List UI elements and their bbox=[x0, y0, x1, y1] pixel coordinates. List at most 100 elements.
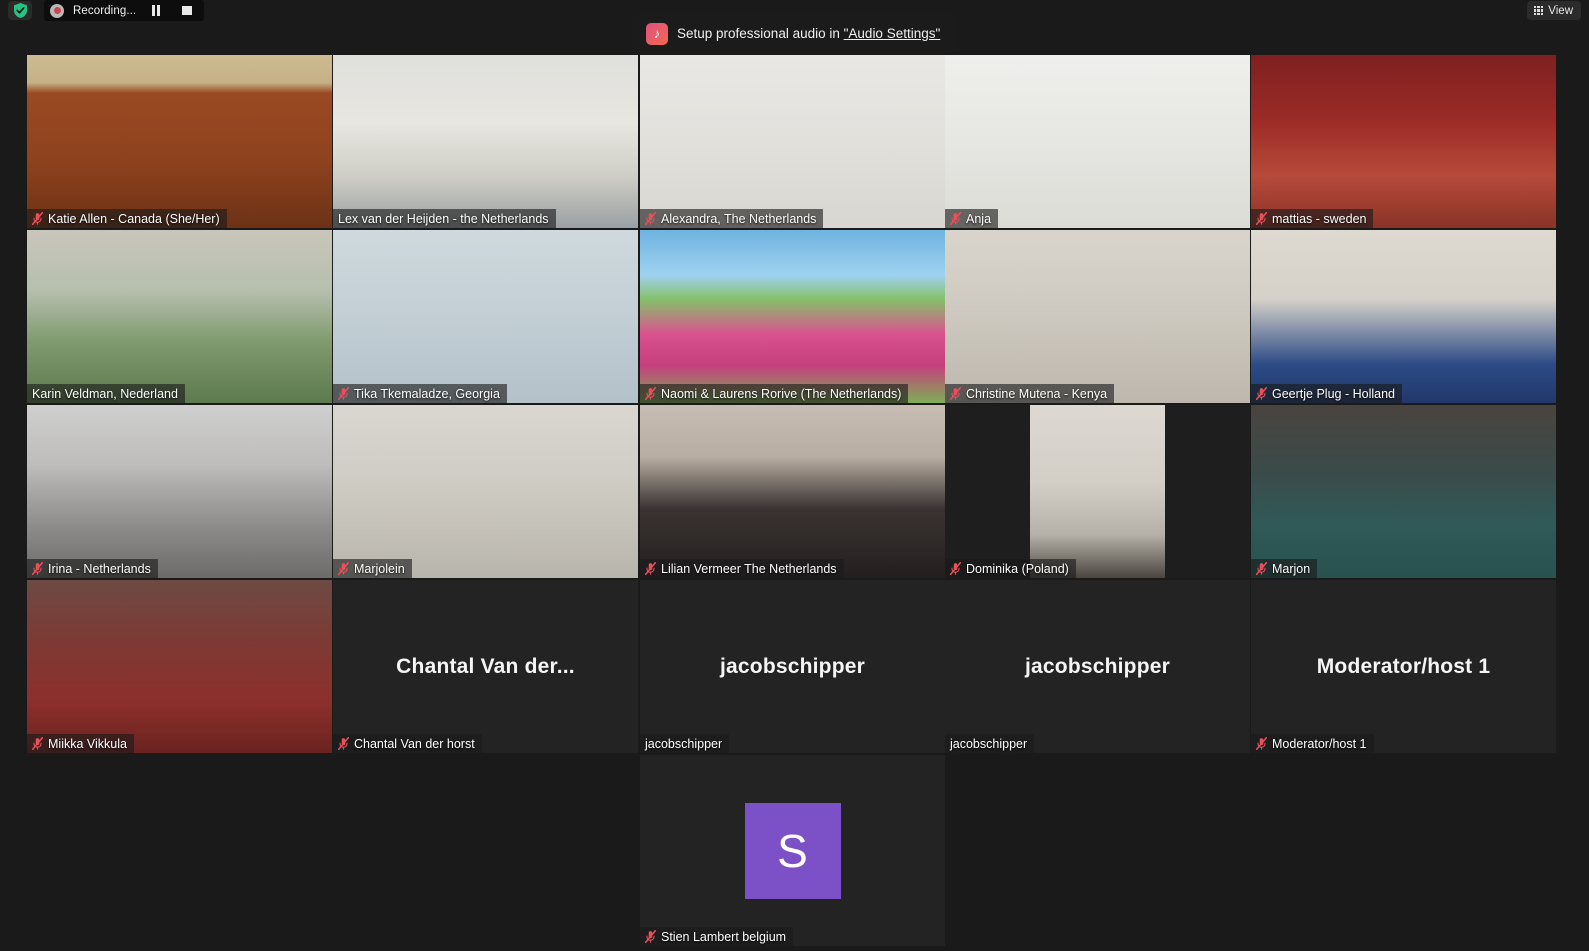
participant-display-name: jacobschipper bbox=[720, 654, 865, 678]
participant-video bbox=[333, 230, 638, 403]
participant-video bbox=[333, 55, 638, 228]
participant-tile[interactable]: Marjon bbox=[1251, 405, 1556, 578]
participant-name-text: Marjolein bbox=[354, 561, 405, 576]
participant-video bbox=[1251, 405, 1556, 578]
participant-tile[interactable]: Geertje Plug - Holland bbox=[1251, 230, 1556, 403]
microphone-muted-icon bbox=[338, 737, 349, 750]
participant-name-label: Tika Tkemaladze, Georgia bbox=[333, 384, 507, 403]
participant-tile[interactable]: Anja bbox=[945, 55, 1250, 228]
participant-tile[interactable]: Lex van der Heijden - the Netherlands bbox=[333, 55, 638, 228]
participant-name-label: Lex van der Heijden - the Netherlands bbox=[333, 209, 556, 228]
microphone-muted-icon bbox=[645, 212, 656, 225]
microphone-muted-icon bbox=[645, 562, 656, 575]
pause-recording-button[interactable] bbox=[145, 0, 167, 21]
microphone-muted-icon bbox=[950, 562, 961, 575]
microphone-muted-icon bbox=[1256, 737, 1267, 750]
view-button[interactable]: View bbox=[1526, 1, 1581, 20]
participant-name-label: Marjon bbox=[1251, 559, 1318, 578]
participant-tile[interactable]: Naomi & Laurens Rorive (The Netherlands) bbox=[640, 230, 945, 403]
music-note-icon: ♪ bbox=[646, 22, 668, 45]
participant-tile[interactable]: Karin Veldman, Nederland bbox=[27, 230, 332, 403]
participant-name-label: Miikka Vikkula bbox=[27, 734, 134, 753]
participant-name-text: Moderator/host 1 bbox=[1272, 736, 1367, 751]
participant-name-text: Miikka Vikkula bbox=[48, 736, 127, 751]
participant-name-label: Geertje Plug - Holland bbox=[1251, 384, 1402, 403]
participant-name-label: Anja bbox=[945, 209, 999, 228]
participant-name-label: Chantal Van der horst bbox=[333, 734, 482, 753]
participant-name-label: jacobschipper bbox=[945, 734, 1035, 753]
microphone-muted-icon bbox=[950, 212, 961, 225]
participant-name-label: Lilian Vermeer The Netherlands bbox=[640, 559, 844, 578]
participant-video bbox=[640, 55, 945, 228]
microphone-muted-icon bbox=[645, 930, 656, 943]
microphone-muted-icon bbox=[1256, 387, 1267, 400]
microphone-muted-icon bbox=[338, 387, 349, 400]
avatar-initial: S bbox=[777, 824, 808, 877]
participant-video bbox=[27, 405, 332, 578]
participant-tile[interactable]: jacobschipper jacobschipper bbox=[945, 580, 1250, 753]
microphone-muted-icon bbox=[32, 562, 43, 575]
participant-display-name: Chantal Van der... bbox=[396, 654, 575, 678]
participant-tile[interactable]: Christine Mutena - Kenya bbox=[945, 230, 1250, 403]
participant-name-label: Marjolein bbox=[333, 559, 412, 578]
participant-video bbox=[27, 580, 332, 753]
participant-name-label: Stien Lambert belgium bbox=[640, 927, 794, 946]
stop-recording-button[interactable] bbox=[176, 0, 198, 21]
participant-name-text: Karin Veldman, Nederland bbox=[32, 386, 178, 401]
participant-name-text: Naomi & Laurens Rorive (The Netherlands) bbox=[661, 386, 902, 401]
participant-display-name: Moderator/host 1 bbox=[1316, 654, 1491, 678]
participant-tile[interactable]: Katie Allen - Canada (She/Her) bbox=[27, 55, 332, 228]
participant-video bbox=[640, 230, 945, 403]
microphone-muted-icon bbox=[950, 387, 961, 400]
participant-name-text: Christine Mutena - Kenya bbox=[966, 386, 1108, 401]
participant-name-label: Alexandra, The Netherlands bbox=[640, 209, 824, 228]
audio-banner-text: Setup professional audio in "Audio Setti… bbox=[677, 26, 940, 41]
microphone-muted-icon bbox=[32, 737, 43, 750]
view-label: View bbox=[1548, 4, 1573, 17]
participant-name-text: Katie Allen - Canada (She/Her) bbox=[48, 211, 220, 226]
audio-settings-link[interactable]: "Audio Settings" bbox=[844, 26, 941, 41]
participant-name-text: mattias - sweden bbox=[1272, 211, 1367, 226]
participant-name-text: Stien Lambert belgium bbox=[661, 929, 787, 944]
video-gallery: Katie Allen - Canada (She/Her) Lex van de… bbox=[0, 21, 1589, 951]
participant-name-text: Alexandra, The Netherlands bbox=[661, 211, 817, 226]
participant-name-text: Geertje Plug - Holland bbox=[1272, 386, 1395, 401]
audio-settings-banner[interactable]: ♪ Setup professional audio in "Audio Set… bbox=[632, 14, 959, 53]
shield-check-icon[interactable] bbox=[8, 1, 32, 20]
recording-indicator: Recording... bbox=[44, 0, 205, 21]
participant-tile[interactable]: Marjolein bbox=[333, 405, 638, 578]
participant-video bbox=[333, 405, 638, 578]
participant-tile[interactable]: Alexandra, The Netherlands bbox=[640, 55, 945, 228]
participant-video bbox=[1030, 405, 1165, 578]
microphone-muted-icon bbox=[338, 562, 349, 575]
participant-name-text: Lilian Vermeer The Netherlands bbox=[661, 561, 837, 576]
participant-tile[interactable]: Irina - Netherlands bbox=[27, 405, 332, 578]
participant-name-label: Moderator/host 1 bbox=[1251, 734, 1374, 753]
participant-tile[interactable]: Chantal Van der... Chantal Van der horst bbox=[333, 580, 638, 753]
participant-tile[interactable]: Moderator/host 1 Moderator/host 1 bbox=[1251, 580, 1556, 753]
participant-name-label: Katie Allen - Canada (She/Her) bbox=[27, 209, 227, 228]
participant-video bbox=[945, 230, 1250, 403]
participant-tile[interactable]: Miikka Vikkula bbox=[27, 580, 332, 753]
participant-video bbox=[27, 55, 332, 228]
participant-tile[interactable]: jacobschipper jacobschipper bbox=[640, 580, 945, 753]
participant-tile[interactable]: S Stien Lambert belgium bbox=[640, 755, 945, 946]
participant-tile[interactable]: Lilian Vermeer The Netherlands bbox=[640, 405, 945, 578]
participant-tile[interactable]: Dominika (Poland) bbox=[945, 405, 1250, 578]
participant-tile[interactable]: mattias - sweden bbox=[1251, 55, 1556, 228]
participant-tile[interactable]: Tika Tkemaladze, Georgia bbox=[333, 230, 638, 403]
microphone-muted-icon bbox=[645, 387, 656, 400]
audio-banner-message: Setup professional audio in bbox=[677, 26, 844, 41]
participant-name-label: Naomi & Laurens Rorive (The Netherlands) bbox=[640, 384, 909, 403]
microphone-muted-icon bbox=[1256, 212, 1267, 225]
participant-name-text: jacobschipper bbox=[645, 736, 723, 751]
stop-icon bbox=[182, 5, 192, 16]
participant-name-label: jacobschipper bbox=[640, 734, 730, 753]
grid-icon bbox=[1533, 5, 1544, 16]
participant-video bbox=[945, 55, 1250, 228]
participant-name-text: Marjon bbox=[1272, 561, 1311, 576]
participant-video bbox=[640, 405, 945, 578]
participant-display-name: jacobschipper bbox=[1025, 654, 1170, 678]
recording-label: Recording... bbox=[73, 4, 137, 17]
participant-name-label: Dominika (Poland) bbox=[945, 559, 1076, 578]
